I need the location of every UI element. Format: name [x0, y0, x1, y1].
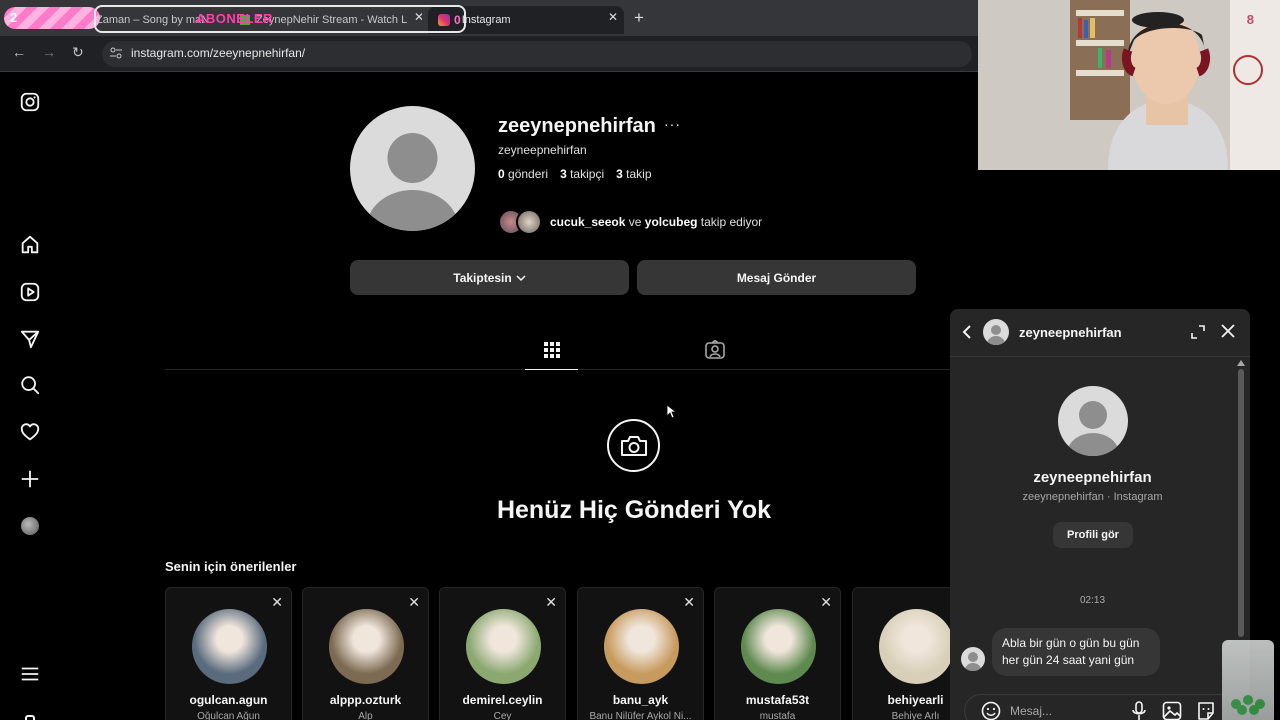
webcam-overlay: 8	[978, 0, 1280, 170]
chevron-down-icon	[516, 274, 526, 281]
suggestion-name: Alp	[358, 711, 373, 720]
tagged-icon	[705, 339, 725, 359]
microphone-icon[interactable]	[1131, 701, 1147, 720]
home-icon[interactable]	[18, 233, 42, 257]
suggestion-name: Oğulcan Ağun	[197, 711, 260, 720]
dismiss-suggestion-icon[interactable]: ✕	[408, 594, 420, 611]
mouse-cursor-icon	[667, 405, 677, 419]
follower-avatar	[516, 209, 542, 235]
message-timestamp: 02:13	[1079, 595, 1106, 606]
dismiss-suggestion-icon[interactable]: ✕	[545, 594, 557, 611]
search-icon[interactable]	[18, 373, 42, 397]
chat-profile-subtitle: zeeynepnehirfan · Instagram	[1022, 491, 1163, 503]
grid-icon	[543, 342, 560, 358]
suggestion-avatar[interactable]	[879, 609, 954, 684]
suggestion-avatar[interactable]	[741, 609, 816, 684]
suggestion-card[interactable]: ✕ ogulcan.agun Oğulcan Ağun	[165, 587, 292, 720]
tab-group-pill[interactable]	[4, 7, 100, 29]
suggestion-name: Banu Nilüfer Aykol Ni...	[589, 711, 692, 720]
suggestion-username[interactable]: banu_ayk	[578, 693, 703, 707]
view-profile-button[interactable]: Profili gör	[1053, 522, 1133, 548]
threads-icon[interactable]	[18, 708, 42, 720]
suggestions-title: Senin için önerilenler	[165, 559, 297, 574]
tab-title: Instagram	[461, 14, 511, 26]
suggestion-username[interactable]: alppp.ozturk	[303, 693, 428, 707]
image-icon[interactable]	[1162, 701, 1182, 720]
tab-group-outline	[94, 5, 466, 33]
chat-back-icon[interactable]	[960, 324, 974, 340]
suggestion-card[interactable]: ✕ demirel.ceylin Cey	[439, 587, 566, 720]
tab-posts[interactable]	[525, 338, 578, 370]
tab-tagged[interactable]	[704, 339, 726, 365]
messages-icon[interactable]	[18, 327, 42, 351]
tab-group-number: 2	[10, 10, 18, 25]
emoji-icon[interactable]	[981, 701, 1001, 720]
suggestion-avatar[interactable]	[466, 609, 541, 684]
profile-full-name: zeyneepnehirfan	[498, 143, 587, 157]
screen: 2 Zaman – Song by maN ZeynepNehir Stream…	[0, 0, 1280, 720]
followed-by[interactable]: cucuk_seeok ve yolcubeg takip ediyor	[498, 209, 762, 235]
followers-stat[interactable]: 3 takipçi	[560, 167, 604, 181]
dismiss-suggestion-icon[interactable]: ✕	[683, 594, 695, 611]
camera-icon	[607, 419, 660, 472]
instagram-logo-icon[interactable]	[18, 90, 42, 114]
suggestion-username[interactable]: demirel.ceylin	[440, 693, 565, 707]
site-settings-icon[interactable]	[110, 47, 122, 59]
profile-options-icon[interactable]: ···	[664, 116, 681, 132]
suggestion-name: mustafa	[759, 711, 796, 720]
chat-profile-name: zeyneepnehirfan	[1033, 469, 1152, 486]
suggestion-card[interactable]: ✕ banu_ayk Banu Nilüfer Aykol Ni...	[577, 587, 704, 720]
suggestion-avatar[interactable]	[604, 609, 679, 684]
profile-stats: 0 gönderi 3 takipçi 3 takip	[498, 167, 652, 181]
dismiss-suggestion-icon[interactable]: ✕	[820, 594, 832, 611]
chat-header-avatar[interactable]	[983, 319, 1009, 345]
suggestion-avatar[interactable]	[329, 609, 404, 684]
suggestion-avatar[interactable]	[192, 609, 267, 684]
sticker-icon[interactable]	[1196, 701, 1216, 720]
send-message-button[interactable]: Mesaj Gönder	[637, 260, 916, 295]
create-plus-icon[interactable]	[18, 467, 42, 491]
suggestion-card[interactable]: ✕ alppp.ozturk Alp	[302, 587, 429, 720]
cam-corner-number: 8	[1246, 12, 1254, 27]
message-input[interactable]: Mesaj...	[1010, 704, 1052, 718]
message-sender-avatar[interactable]	[961, 647, 985, 671]
new-tab-button[interactable]: +	[634, 8, 644, 28]
back-icon[interactable]: ←	[12, 44, 26, 60]
message-bubble[interactable]: Abla bir gün o gün bu gün her gün 24 saa…	[992, 628, 1160, 676]
chat-header: zeyneepnehirfan	[950, 309, 1250, 357]
follower-username[interactable]: cucuk_seeok	[550, 215, 625, 229]
close-tab-icon[interactable]: ✕	[608, 10, 618, 24]
notifications-heart-icon[interactable]	[18, 420, 42, 444]
following-stat[interactable]: 3 takip	[616, 167, 651, 181]
chat-header-username[interactable]: zeyneepnehirfan	[1019, 325, 1122, 340]
suggestion-username[interactable]: ogulcan.agun	[166, 693, 291, 707]
forward-icon[interactable]: →	[42, 44, 56, 60]
cup-overlay	[1222, 640, 1274, 720]
chat-profile-avatar[interactable]	[1058, 386, 1128, 456]
scroll-up-icon[interactable]	[1237, 360, 1245, 366]
profile-avatar[interactable]	[350, 106, 475, 231]
chat-window: zeyneepnehirfan zeyneepnehirfan zeeynepn…	[950, 309, 1250, 720]
follower-username[interactable]: yolcubeg	[645, 215, 698, 229]
url-text: instagram.com/zeeynepnehirfan/	[131, 46, 306, 60]
menu-icon[interactable]	[18, 662, 42, 686]
close-icon[interactable]	[1220, 323, 1236, 339]
reels-icon[interactable]	[18, 280, 42, 304]
posts-stat: 0 gönderi	[498, 167, 549, 181]
reload-icon[interactable]: ↻	[72, 44, 84, 61]
suggestion-card[interactable]: ✕ mustafa53t mustafa	[714, 587, 841, 720]
dismiss-suggestion-icon[interactable]: ✕	[271, 594, 283, 611]
suggestion-name: Cey	[493, 711, 512, 720]
profile-username: zeeynepnehirfan	[498, 115, 656, 137]
following-button[interactable]: Takiptesin	[350, 260, 629, 295]
chat-scrollbar[interactable]	[1238, 369, 1244, 637]
expand-icon[interactable]	[1190, 324, 1206, 340]
suggestion-username[interactable]: mustafa53t	[715, 693, 840, 707]
